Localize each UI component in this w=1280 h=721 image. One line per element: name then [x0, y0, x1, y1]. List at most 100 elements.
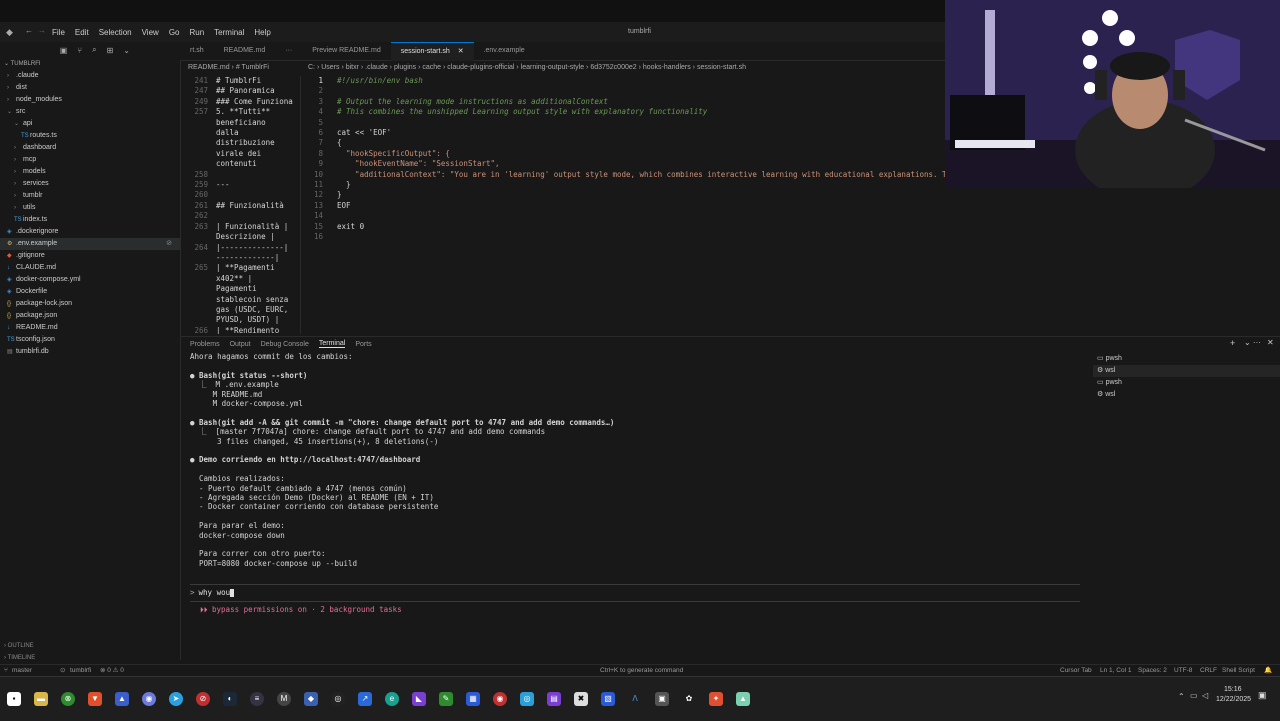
tree-item[interactable]: {} package-lock.json [0, 298, 180, 310]
app-icon-2[interactable]: ◉ [142, 692, 156, 706]
tree-item[interactable]: TStsconfig.json [0, 334, 180, 346]
menu-item-file[interactable]: File [52, 28, 65, 37]
back-arrow-icon[interactable]: ← [25, 26, 33, 35]
network-icon[interactable]: ▭ [1190, 691, 1198, 700]
more-actions-icon[interactable]: ··· [275, 42, 302, 60]
tree-item[interactable]: ◈ Dockerfile [0, 286, 180, 298]
tree-item[interactable]: › mcp [0, 154, 180, 166]
tree-item[interactable]: TSroutes.ts [0, 130, 180, 142]
editor-tab[interactable]: session-start.sh ✕ [390, 41, 474, 61]
git-branch-icon[interactable]: ⑂ [77, 46, 82, 55]
tree-item[interactable]: TSindex.ts [0, 214, 180, 226]
tree-item[interactable]: ⌄ src [0, 106, 180, 118]
file-explorer-icon[interactable]: ▬ [34, 692, 48, 706]
tree-item[interactable]: › models [0, 166, 180, 178]
telegram-icon[interactable]: ➤ [169, 692, 183, 706]
tree-item[interactable]: › utils [0, 202, 180, 214]
app-icon-1[interactable]: ▲ [115, 692, 129, 706]
tree-item[interactable]: ◈ .dockerignore [0, 226, 180, 238]
outline-header[interactable]: › OUTLINE [0, 640, 180, 652]
forward-arrow-icon[interactable]: → [38, 26, 46, 35]
menu-item-help[interactable]: Help [254, 28, 270, 37]
app-icon-12[interactable]: ◎ [520, 692, 534, 706]
menu-item-terminal[interactable]: Terminal [214, 28, 244, 37]
xbox-icon[interactable]: ⊗ [61, 692, 75, 706]
app-icon-13[interactable]: ▤ [547, 692, 561, 706]
tree-item[interactable]: ↓ README.md [0, 322, 180, 334]
terminal-instance[interactable]: ▭ pwsh [1093, 377, 1280, 389]
terminal-output[interactable]: Ahora hagamos commit de los cambios: ● Ba… [190, 352, 1080, 592]
app-icon-10[interactable]: ▦ [466, 692, 480, 706]
tree-item[interactable]: › dist [0, 82, 180, 94]
tree-item[interactable]: › .claude [0, 70, 180, 82]
editor-tab[interactable]: rt.sh [180, 42, 214, 60]
terminal-instance[interactable]: ▭ pwsh [1093, 353, 1280, 365]
tree-item[interactable]: › tumblr [0, 190, 180, 202]
tree-item[interactable]: ↓ CLAUDE.md [0, 262, 180, 274]
tree-item[interactable]: ⌄ api [0, 118, 180, 130]
edge-browser-icon[interactable]: e [385, 692, 399, 706]
breadcrumb-left[interactable]: README.md › # TumblrFi [180, 62, 306, 74]
close-tab-icon[interactable]: ✕ [456, 48, 464, 55]
cursor-app-icon[interactable]: ▣ [655, 692, 669, 706]
close-panel-icon[interactable]: ✕ [1267, 338, 1274, 347]
tree-item[interactable]: › dashboard [0, 142, 180, 154]
editor-tab[interactable]: README.md [214, 42, 276, 60]
tab-output[interactable]: Output [230, 341, 251, 348]
visual-studio-icon[interactable]: ◣ [412, 692, 426, 706]
app-icon-9[interactable]: ✎ [439, 692, 453, 706]
tree-item[interactable]: ⚙ .env.example ⊘ [0, 238, 180, 250]
tab-ports[interactable]: Ports [355, 341, 371, 348]
tree-item[interactable]: ◈ docker-compose.yml [0, 274, 180, 286]
app-icon-17[interactable]: ✦ [709, 692, 723, 706]
prompt-input[interactable]: why wou [199, 588, 231, 597]
tab-debug-console[interactable]: Debug Console [261, 341, 309, 348]
tree-item[interactable]: › services [0, 178, 180, 190]
markdown-editor[interactable]: 241 # TumblrFi 247 ## Panoramica 249 ### Come… [180, 76, 300, 334]
tray-chevron-icon[interactable]: ⌃ [1178, 692, 1185, 701]
chatgpt-icon[interactable]: ✿ [682, 692, 696, 706]
app-icon-11[interactable]: ◉ [493, 692, 507, 706]
panel-menu-icon[interactable]: ⌄ ··· [1244, 338, 1261, 347]
tab-problems[interactable]: Problems [190, 341, 220, 348]
tree-item[interactable]: ◆ .gitignore [0, 250, 180, 262]
terminal-prompt[interactable]: > why wou [190, 584, 1080, 602]
app-icon-6[interactable]: ◆ [304, 692, 318, 706]
explorer-root[interactable]: ⌄ TUMBLRFI [0, 58, 180, 70]
tree-item[interactable]: ▤ tumblrfi.db [0, 346, 180, 358]
chevron-down-icon[interactable]: ⌄ [123, 46, 130, 55]
extensions-icon[interactable]: ⊞ [107, 46, 114, 55]
tab-terminal[interactable]: Terminal [318, 340, 346, 348]
menu-item-go[interactable]: Go [169, 28, 180, 37]
tree-item[interactable]: › node_modules [0, 94, 180, 106]
menu-item-edit[interactable]: Edit [75, 28, 89, 37]
timeline-header[interactable]: › TIMELINE [0, 652, 180, 664]
app-icon-4[interactable]: ≡ [250, 692, 264, 706]
brave-browser-icon[interactable]: ▼ [88, 692, 102, 706]
app-icon-14[interactable]: ✖ [574, 692, 588, 706]
tree-item[interactable]: {} package.json [0, 310, 180, 322]
menu-item-view[interactable]: View [142, 28, 159, 37]
search-icon[interactable]: ⌕ [92, 45, 96, 55]
notification-center-icon[interactable]: ▣ [1258, 690, 1267, 701]
code-editor[interactable]: 1 #!/usr/bin/env bash 2 3 # Output the learn… [300, 76, 946, 334]
clock-date[interactable]: 12/22/2025 [1216, 696, 1251, 703]
editor-tab[interactable]: Preview README.md [302, 42, 390, 60]
menu-item-selection[interactable]: Selection [99, 28, 132, 37]
app-icon-18[interactable]: ▲ [736, 692, 750, 706]
breadcrumb[interactable]: C: › Users › bitxr › .claude › plugins ›… [308, 62, 948, 74]
editor-tab[interactable]: .env.example [474, 42, 535, 60]
terminal-instance[interactable]: ⚙ wsl [1093, 389, 1280, 401]
app-icon-7[interactable]: ◎ [331, 692, 345, 706]
app-icon-15[interactable]: ▧ [601, 692, 615, 706]
add-terminal-icon[interactable]: + [1230, 338, 1235, 348]
app-icon-3[interactable]: ⊘ [196, 692, 210, 706]
steam-icon[interactable]: ◐ [223, 692, 237, 706]
menu-item-run[interactable]: Run [189, 28, 204, 37]
terminal-instance[interactable]: ⚙ wsl [1093, 365, 1280, 377]
clock-time[interactable]: 15:16 [1224, 686, 1242, 693]
app-icon-5[interactable]: M [277, 692, 291, 706]
start-menu-icon[interactable]: ▪ [7, 692, 21, 706]
new-file-icon[interactable]: ▣ [60, 46, 68, 55]
app-icon-8[interactable]: ↗ [358, 692, 372, 706]
